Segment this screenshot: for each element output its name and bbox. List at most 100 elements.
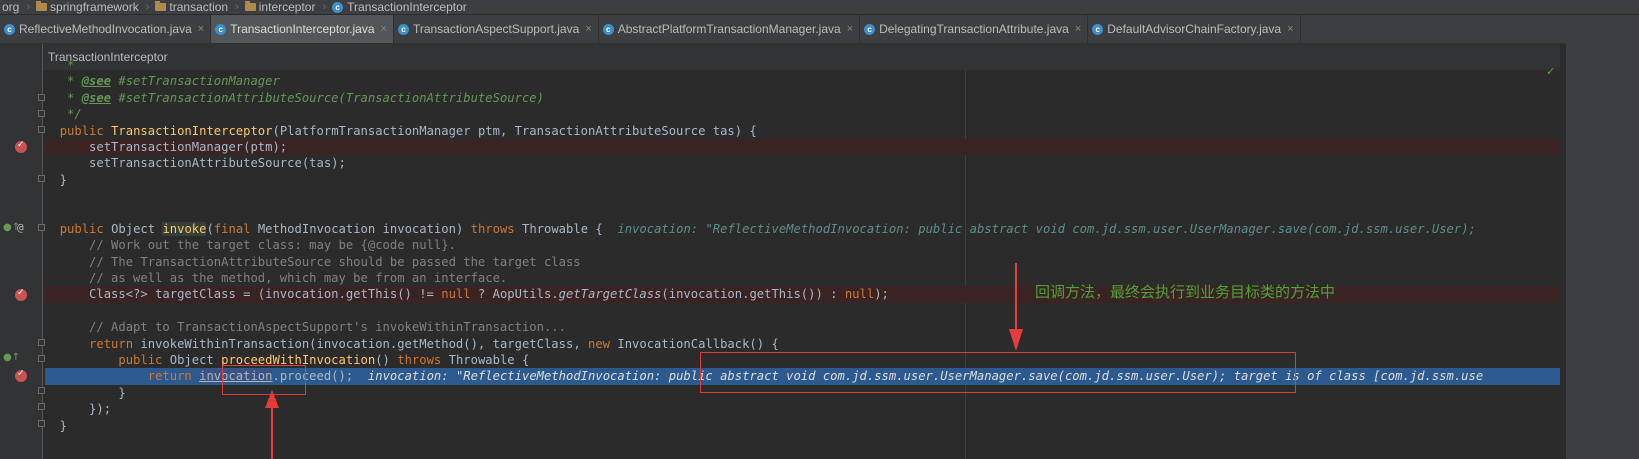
keyword: throws [397, 353, 442, 368]
class-icon: c [332, 1, 344, 13]
tab-reflective-method-invocation[interactable]: c ReflectiveMethodInvocation.java × [0, 15, 212, 43]
code-text: Class<?> targetClass = (invocation.getTh… [89, 287, 442, 302]
fold-marker-icon[interactable] [38, 110, 45, 117]
fold-marker-icon[interactable] [38, 387, 45, 394]
keyword: new [588, 336, 611, 351]
tab-default-advisor-chain-factory[interactable]: c DefaultAdvisorChainFactory.java × [1088, 15, 1301, 43]
code-line: public Object invoke(final MethodInvocat… [45, 221, 1560, 237]
method-name: invoke [162, 221, 207, 236]
highlight-box-inline-value [700, 352, 1296, 393]
fold-marker-icon[interactable] [38, 403, 45, 410]
code-comment: // as well as the method, which may be f… [89, 271, 508, 286]
code-line: * [45, 58, 75, 72]
editor-gutter[interactable] [0, 70, 42, 459]
fold-marker-icon[interactable] [38, 339, 45, 346]
keyword: return [89, 336, 134, 351]
code-text: () [375, 353, 398, 368]
code-text: Throwable { [441, 353, 530, 368]
arrow-shaft [271, 406, 273, 459]
fold-marker-icon[interactable] [38, 126, 45, 133]
breadcrumb-item-class[interactable]: c TransactionInterceptor [330, 0, 470, 14]
class-icon: c [1092, 23, 1104, 35]
constructor-name: TransactionInterceptor [111, 123, 273, 138]
breakpoint-icon[interactable] [15, 369, 27, 382]
tab-label: ReflectiveMethodInvocation.java [19, 22, 192, 36]
right-tool-window-strip[interactable] [1566, 15, 1639, 459]
highlight-box-invocation [222, 365, 306, 395]
javadoc-tag: @see [81, 90, 112, 105]
breadcrumb-item-org[interactable]: org [0, 0, 22, 14]
keyword: public [59, 221, 104, 236]
code-text: Throwable { [514, 221, 603, 236]
fold-marker-icon[interactable] [38, 355, 45, 362]
fold-marker-icon[interactable] [38, 224, 45, 231]
breadcrumb-item-springframework[interactable]: springframework [34, 0, 142, 14]
code-line: * @see #setTransactionAttributeSource(Tr… [45, 90, 544, 105]
folder-icon [36, 1, 48, 11]
fold-marker-icon[interactable] [38, 94, 45, 101]
annotation-icon: @ [17, 221, 24, 234]
tab-transaction-interceptor[interactable]: c TransactionInterceptor.java × [211, 15, 394, 43]
code-comment: // Work out the target class: may be {@c… [89, 238, 456, 253]
override-icon[interactable]: ●↑ [3, 352, 20, 363]
code-line: * @see #setTransactionManager [45, 74, 280, 89]
code-text: (invocation.getThis()) : [661, 287, 845, 302]
keyword: public [118, 353, 163, 368]
class-icon: c [4, 23, 15, 35]
breadcrumb-item-interceptor[interactable]: interceptor [243, 0, 319, 14]
code-comment: // The TransactionAttributeSource should… [89, 254, 581, 269]
code-line: return invokeWithinTransaction(invocatio… [45, 336, 1560, 352]
code-text: Object [169, 353, 222, 368]
breadcrumb-item-transaction[interactable]: transaction [153, 0, 231, 14]
code-line: // The TransactionAttributeSource should… [45, 254, 1560, 270]
close-icon[interactable]: × [381, 23, 387, 35]
close-icon[interactable]: × [198, 23, 204, 35]
keyword: final [213, 221, 251, 236]
javadoc-ref: (TransactionAttributeSource) [338, 90, 544, 105]
debugger-inline-value: invocation: "ReflectiveMethodInvocation:… [617, 221, 1476, 236]
breakpoint-icon[interactable] [15, 288, 27, 301]
close-icon[interactable]: × [847, 23, 853, 35]
keyword: throws [470, 221, 515, 236]
code-line: public TransactionInterceptor(PlatformTr… [45, 123, 1560, 139]
code-line: // Adapt to TransactionAspectSupport's i… [45, 319, 1560, 335]
class-icon: c [864, 23, 876, 35]
code-text: setTransactionManager(ptm); [89, 139, 288, 154]
close-icon[interactable]: × [585, 23, 591, 35]
editor-tab-bar: c ReflectiveMethodInvocation.java × c Trans… [0, 15, 1639, 44]
annotation-note: 回调方法，最终会执行到业务目标类的方法中 [1035, 283, 1336, 301]
code-text: invokeWithinTransaction(invocation.getMe… [140, 336, 588, 351]
breadcrumb-label: interceptor [258, 0, 316, 14]
tab-label: TransactionAspectSupport.java [412, 22, 580, 36]
code-text: ? AopUtils. [470, 287, 559, 302]
fold-marker-icon[interactable] [38, 420, 45, 427]
code-text: ); [874, 287, 889, 302]
tab-delegating-transaction-attribute[interactable]: c DelegatingTransactionAttribute.java × [860, 15, 1089, 43]
close-icon[interactable]: × [1075, 23, 1081, 35]
gutter-divider [42, 44, 43, 459]
code-text: ( [206, 221, 214, 236]
javadoc-ref: #setTransactionManager [111, 74, 280, 89]
tab-abstract-platform-transaction-manager[interactable]: c AbstractPlatformTransactionManager.java… [599, 15, 861, 43]
close-icon[interactable]: × [1287, 23, 1293, 35]
code-text: setTransactionAttributeSource(tas); [89, 156, 346, 171]
chevron-right-icon: › [322, 1, 327, 13]
tab-label: DefaultAdvisorChainFactory.java [1107, 22, 1282, 36]
chevron-right-icon: › [26, 1, 31, 13]
code-line: setTransactionAttributeSource(tas); [45, 155, 1560, 171]
folder-icon [155, 1, 167, 11]
code-text: MethodInvocation invocation) [250, 221, 471, 236]
tab-transaction-aspect-support[interactable]: c TransactionAspectSupport.java × [394, 15, 599, 43]
keyword: null [844, 287, 875, 302]
tab-label: AbstractPlatformTransactionManager.java [617, 22, 841, 36]
fold-marker-icon[interactable] [38, 175, 45, 182]
breakpoint-icon[interactable] [15, 140, 27, 153]
class-icon: c [215, 23, 227, 35]
chevron-right-icon: › [235, 1, 239, 13]
code-line: // Work out the target class: may be {@c… [45, 237, 1560, 253]
breadcrumb-label: TransactionInterceptor [347, 0, 467, 14]
inspection-ok-icon: ✓ [1546, 65, 1556, 78]
arrow-down-icon [1009, 329, 1023, 351]
